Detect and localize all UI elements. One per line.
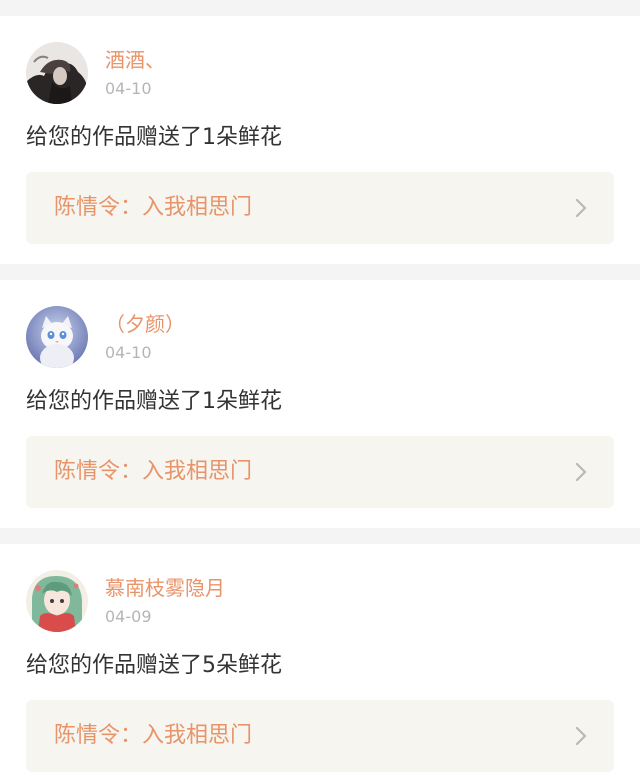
notification-card: 慕南枝雾隐月 04-09 给您的作品赠送了5朵鲜花 陈情令：入我相思门 xyxy=(0,544,640,782)
chevron-right-icon xyxy=(574,198,588,218)
chevron-right-icon xyxy=(574,726,588,746)
notification-message: 给您的作品赠送了5朵鲜花 xyxy=(26,653,282,678)
avatar-white-cat-icon xyxy=(26,306,88,368)
work-link[interactable]: 陈情令：入我相思门 xyxy=(26,172,614,244)
username[interactable]: （夕颜） xyxy=(105,312,185,336)
notification-card: （夕颜） 04-10 给您的作品赠送了1朵鲜花 陈情令：入我相思门 xyxy=(0,280,640,528)
chevron-right-icon xyxy=(574,462,588,482)
notification-message: 给您的作品赠送了1朵鲜花 xyxy=(26,125,282,150)
user-avatar[interactable] xyxy=(26,570,88,632)
avatar-anime-girl-icon xyxy=(26,570,88,632)
notification-card: 酒酒、 04-10 给您的作品赠送了1朵鲜花 陈情令：入我相思门 xyxy=(0,16,640,264)
work-title: 陈情令：入我相思门 xyxy=(54,195,253,220)
username[interactable]: 慕南枝雾隐月 xyxy=(105,576,225,600)
avatar-dark-figure-icon xyxy=(26,42,88,104)
user-avatar[interactable] xyxy=(26,42,88,104)
notification-message: 给您的作品赠送了1朵鲜花 xyxy=(26,389,282,414)
notification-feed: 酒酒、 04-10 给您的作品赠送了1朵鲜花 陈情令：入我相思门 （夕颜） 04… xyxy=(0,0,640,782)
notification-date: 04-10 xyxy=(105,343,152,362)
work-title: 陈情令：入我相思门 xyxy=(54,459,253,484)
work-link[interactable]: 陈情令：入我相思门 xyxy=(26,436,614,508)
notification-date: 04-10 xyxy=(105,79,152,98)
notification-date: 04-09 xyxy=(105,607,152,626)
work-title: 陈情令：入我相思门 xyxy=(54,723,253,748)
work-link[interactable]: 陈情令：入我相思门 xyxy=(26,700,614,772)
username[interactable]: 酒酒、 xyxy=(105,48,165,72)
user-avatar[interactable] xyxy=(26,306,88,368)
